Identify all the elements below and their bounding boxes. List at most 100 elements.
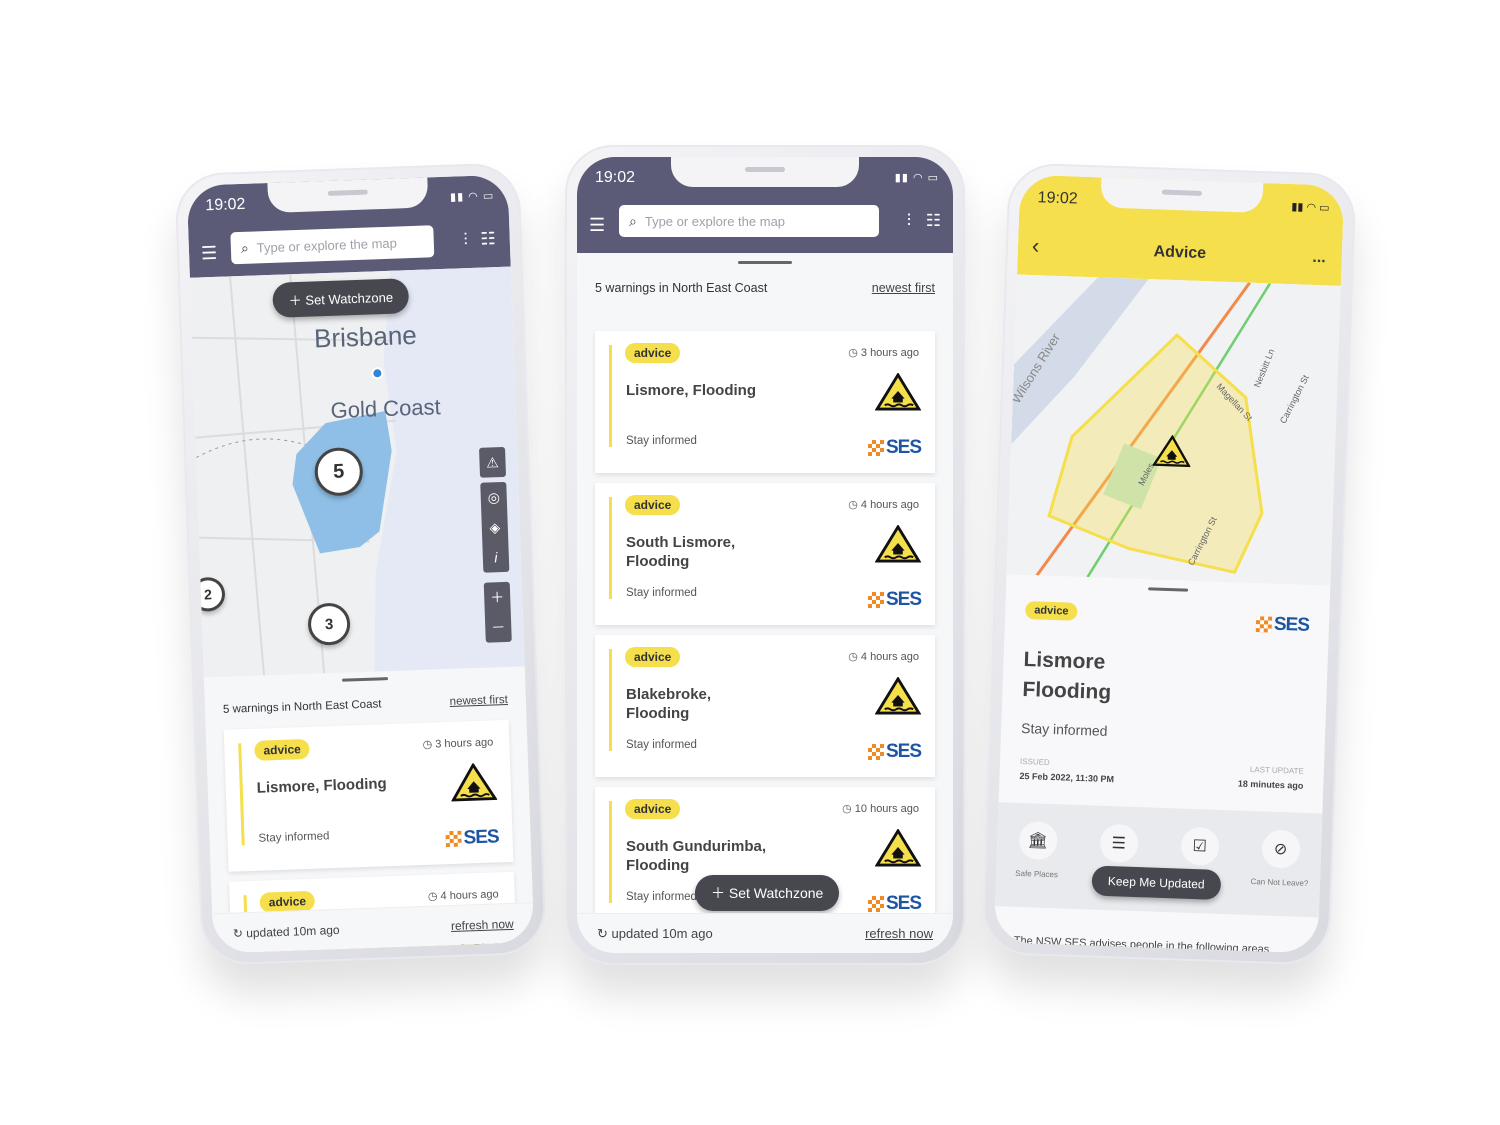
- drag-handle[interactable]: [738, 261, 792, 264]
- warning-heading: Lismore Flooding: [1022, 647, 1112, 705]
- clock-icon: ◷: [427, 890, 441, 903]
- time-ago: 10 hours ago: [854, 803, 919, 815]
- locate-icon[interactable]: ◎: [487, 482, 500, 512]
- map-controls: ◎ ◈ i: [480, 481, 510, 573]
- time-ago: 3 hours ago: [435, 736, 494, 751]
- advice-badge: advice: [625, 495, 681, 515]
- issued-value: 25 Feb 2022, 11:30 PM: [1019, 770, 1115, 785]
- last-update-label: LAST UPDATE: [1249, 764, 1305, 776]
- drag-handle[interactable]: [341, 677, 388, 682]
- sliders-icon[interactable]: ⫶: [463, 230, 468, 250]
- hamburger-icon[interactable]: ☰: [201, 243, 218, 265]
- warning-action: Stay informed: [626, 435, 697, 447]
- hamburger-icon[interactable]: ☰: [589, 215, 605, 236]
- phone-detail-view: 19:02 ▮▮ ◠ ▭ ‹ Advice ... Wilsons River …: [981, 162, 1357, 966]
- warning-card[interactable]: advice ◷ 4 hours ago South Lismore, Floo…: [595, 483, 935, 625]
- warning-action: Stay informed: [1020, 719, 1108, 739]
- warnings-summary: 5 warnings in North East Coast: [222, 698, 382, 716]
- sliders-icon[interactable]: ⫶: [907, 211, 911, 231]
- warning-title: South Lismore, Flooding: [626, 534, 736, 570]
- warning-title: Blakebroke, Flooding: [626, 686, 712, 722]
- sort-link[interactable]: newest first: [872, 281, 935, 295]
- advice-bar: [609, 801, 612, 903]
- time-ago: 4 hours ago: [860, 499, 919, 511]
- drag-handle[interactable]: [1148, 587, 1189, 592]
- action-no-walking[interactable]: ⊘ Can Not Leave?: [1249, 829, 1311, 888]
- last-update-value: 18 minutes ago: [1237, 778, 1304, 791]
- ses-logo: SES: [867, 741, 922, 763]
- info-icon[interactable]: i: [494, 542, 498, 572]
- warning-card[interactable]: advice ◷ 4 hours ago Blakebroke, Floodin…: [595, 635, 935, 777]
- warning-action: Stay informed: [258, 830, 330, 845]
- list-icon[interactable]: ☷: [926, 211, 941, 231]
- keep-me-updated-button[interactable]: Keep Me Updated: [1091, 865, 1222, 900]
- ses-logo: SES: [445, 826, 499, 850]
- flood-warning-triangle-icon[interactable]: [1152, 434, 1191, 467]
- list-icon: ☰: [1099, 823, 1139, 864]
- time-ago: 4 hours ago: [860, 651, 919, 663]
- set-watchzone-button[interactable]: ＋ Set Watchzone: [272, 278, 410, 318]
- warning-body: The NSW SES advises people in the follow…: [1013, 934, 1270, 954]
- refresh-icon: ↻: [232, 925, 247, 941]
- add-warning-icon[interactable]: ⚠: [486, 447, 500, 477]
- flood-warning-triangle-icon: [875, 677, 921, 715]
- refresh-now-link[interactable]: refresh now: [451, 916, 514, 932]
- set-watchzone-button[interactable]: ＋ Set Watchzone: [695, 875, 840, 911]
- search-input[interactable]: ⌕ Type or explore the map: [619, 205, 879, 237]
- clock-icon: ◷: [848, 499, 861, 511]
- ses-logo: SES: [867, 437, 922, 459]
- issued-label: ISSUED: [1019, 756, 1050, 767]
- warning-title: Lismore, Flooding: [256, 775, 387, 797]
- warning-action: Stay informed: [626, 587, 697, 599]
- warning-action: Stay informed: [626, 739, 697, 751]
- time-ago: 4 hours ago: [440, 888, 499, 903]
- flood-warning-triangle-icon: [875, 829, 921, 867]
- clock-icon: ◷: [848, 651, 861, 663]
- sort-link[interactable]: newest first: [449, 694, 508, 708]
- phone-map-view: 19:02 ▮▮ ◠ ▭ ☰ ⌕ Type or explore the map …: [174, 162, 547, 966]
- refresh-icon: ↻: [597, 925, 612, 941]
- zoom-in-icon[interactable]: ＋: [490, 582, 505, 612]
- zoom-out-icon[interactable]: －: [491, 612, 506, 642]
- action-label: Safe Places: [1015, 868, 1059, 880]
- map-controls: ⚠: [479, 446, 507, 478]
- advice-badge: advice: [625, 343, 681, 363]
- search-icon: ⌕: [629, 212, 637, 229]
- warning-card[interactable]: advice ◷ 3 hours ago Lismore, Flooding S…: [223, 719, 514, 872]
- advice-bar: [609, 649, 612, 751]
- flood-warning-triangle-icon: [875, 525, 921, 563]
- warnings-summary: 5 warnings in North East Coast: [595, 281, 768, 295]
- warning-card[interactable]: advice ◷ 3 hours ago Lismore, Flooding S…: [595, 331, 935, 473]
- advice-bar: [609, 345, 612, 447]
- warning-title: South Gundurimba, Flooding: [626, 838, 766, 874]
- actions-panel: 🏛 Safe Places ☰ ☑ ⊘ Can Not Leave? Keep …: [994, 802, 1323, 918]
- advice-badge: advice: [254, 738, 311, 761]
- map[interactable]: ＋ Set Watchzone Brisbane Gold Coast 5 2 …: [189, 266, 525, 678]
- detail-map[interactable]: Wilsons River Nesbitt Ln Magellan St Car…: [1006, 274, 1341, 586]
- status-time: 19:02: [595, 169, 636, 186]
- notch: [671, 157, 859, 187]
- list-icon[interactable]: ☷: [480, 229, 496, 250]
- advice-badge: advice: [1024, 601, 1078, 621]
- advice-bar: [609, 497, 612, 599]
- layers-icon[interactable]: ◈: [489, 512, 501, 542]
- notch: [266, 177, 429, 214]
- signal-wifi-battery-icon: ▮▮ ◠ ▭: [449, 190, 495, 204]
- notch: [1100, 177, 1264, 214]
- clock-icon: ◷: [848, 347, 861, 359]
- warning-title: Lismore, Flooding: [626, 382, 756, 399]
- more-icon[interactable]: ...: [1312, 249, 1326, 267]
- detail-title: Advice: [1153, 243, 1207, 263]
- advice-bar: [238, 743, 245, 846]
- updated-text: updated 10m ago: [245, 922, 340, 940]
- search-input[interactable]: ⌕ Type or explore the map: [230, 225, 435, 265]
- signal-wifi-battery-icon: ▮▮ ◠ ▭: [894, 172, 939, 184]
- bank-icon: 🏛: [1018, 820, 1058, 861]
- status-time: 19:02: [1037, 189, 1079, 208]
- zoom-controls: ＋ －: [483, 581, 512, 643]
- clock-icon: ◷: [842, 803, 855, 815]
- action-bank[interactable]: 🏛 Safe Places: [1006, 820, 1068, 880]
- clock-icon: ◷: [422, 738, 436, 751]
- refresh-now-link[interactable]: refresh now: [865, 926, 933, 941]
- search-placeholder: Type or explore the map: [256, 235, 398, 255]
